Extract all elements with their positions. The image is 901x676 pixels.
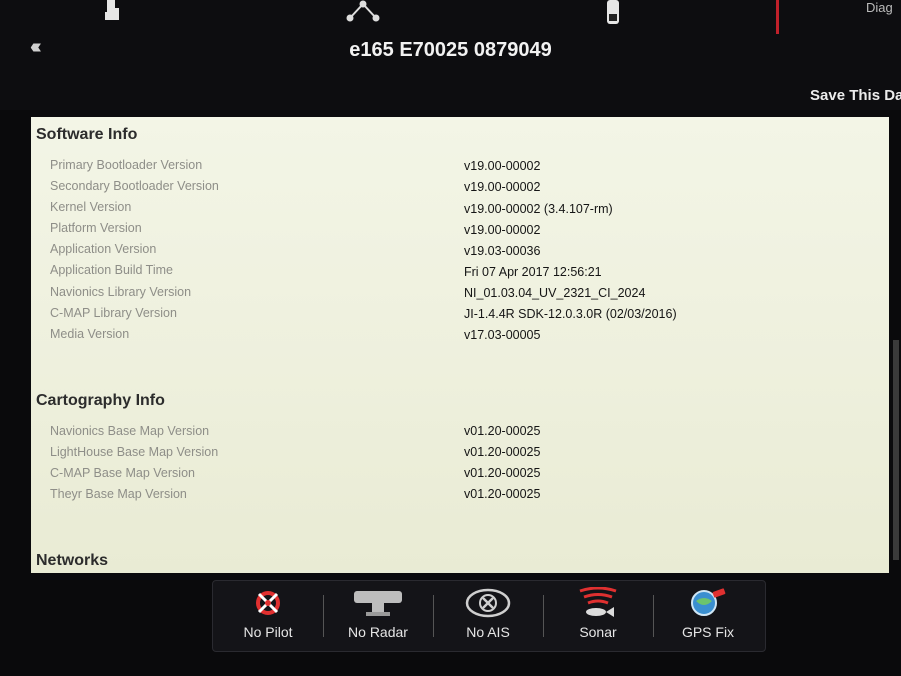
active-tab-indicator bbox=[776, 0, 779, 34]
save-data-button[interactable]: Save This Da bbox=[810, 87, 901, 104]
status-sonar[interactable]: Sonar bbox=[543, 581, 653, 651]
row-value: v01.20-00025 bbox=[464, 466, 541, 480]
status-gps[interactable]: GPS Fix bbox=[653, 581, 763, 651]
status-pilot[interactable]: No Pilot bbox=[213, 581, 323, 651]
row-value: v19.03-00036 bbox=[464, 244, 541, 258]
row-value: v19.00-00002 bbox=[464, 223, 541, 237]
row-label: Theyr Base Map Version bbox=[50, 487, 187, 501]
tab-diagnostics[interactable]: Diag bbox=[866, 0, 893, 15]
no-ais-icon bbox=[433, 587, 543, 619]
row-label: C-MAP Library Version bbox=[50, 306, 177, 320]
status-ais[interactable]: No AIS bbox=[433, 581, 543, 651]
row-label: C-MAP Base Map Version bbox=[50, 466, 195, 480]
sonar-icon bbox=[543, 586, 653, 619]
row-label: Platform Version bbox=[50, 221, 142, 235]
info-panel: Software Info Primary Bootloader Version… bbox=[31, 117, 889, 573]
no-radar-icon bbox=[323, 587, 433, 619]
networks-title: Networks bbox=[36, 552, 109, 569]
row-value: Fri 07 Apr 2017 12:56:21 bbox=[464, 265, 602, 279]
row-value: NI_01.03.04_UV_2321_CI_2024 bbox=[464, 286, 646, 300]
row-value: v01.20-00025 bbox=[464, 445, 541, 459]
row-value: v17.03-00005 bbox=[464, 328, 541, 342]
status-label: No Radar bbox=[348, 624, 408, 640]
network-icon[interactable] bbox=[345, 0, 381, 29]
device-icon[interactable] bbox=[605, 0, 621, 31]
status-radar[interactable]: No Radar bbox=[323, 581, 433, 651]
status-label: No Pilot bbox=[243, 624, 293, 640]
row-label: Kernel Version bbox=[50, 200, 132, 214]
status-label: No AIS bbox=[466, 624, 510, 640]
row-value: v01.20-00025 bbox=[464, 487, 541, 501]
row-label: Application Build Time bbox=[50, 263, 173, 277]
row-label: Secondary Bootloader Version bbox=[50, 179, 219, 193]
row-label: Media Version bbox=[50, 327, 130, 341]
cartography-info-title: Cartography Info bbox=[36, 392, 165, 409]
status-label: GPS Fix bbox=[681, 624, 735, 640]
row-value: v19.00-00002 (3.4.107-rm) bbox=[464, 202, 613, 216]
software-info-title: Software Info bbox=[36, 126, 138, 143]
row-label: Navionics Library Version bbox=[50, 285, 192, 299]
status-bar: No Pilot No Radar No AIS Sonar GPS Fix bbox=[212, 580, 766, 652]
scrollbar[interactable] bbox=[893, 340, 899, 560]
status-label: Sonar bbox=[579, 624, 617, 640]
row-label: Primary Bootloader Version bbox=[50, 158, 203, 172]
top-bar: Diag ‹‹‹‹ e165 E70025 0879049 Save This … bbox=[0, 0, 901, 110]
gps-fix-icon bbox=[653, 587, 763, 619]
row-value: v19.00-00002 bbox=[464, 180, 541, 194]
row-label: Navionics Base Map Version bbox=[50, 424, 210, 438]
home-hand-icon[interactable] bbox=[103, 0, 123, 27]
row-value: v19.00-00002 bbox=[464, 159, 541, 173]
row-value: v01.20-00025 bbox=[464, 424, 541, 438]
row-label: LightHouse Base Map Version bbox=[50, 445, 219, 459]
device-title: e165 E70025 0879049 bbox=[349, 39, 552, 61]
no-pilot-icon bbox=[213, 587, 323, 619]
row-label: Application Version bbox=[50, 242, 157, 256]
row-value: JI-1.4.4R SDK-12.0.3.0R (02/03/2016) bbox=[464, 307, 677, 321]
